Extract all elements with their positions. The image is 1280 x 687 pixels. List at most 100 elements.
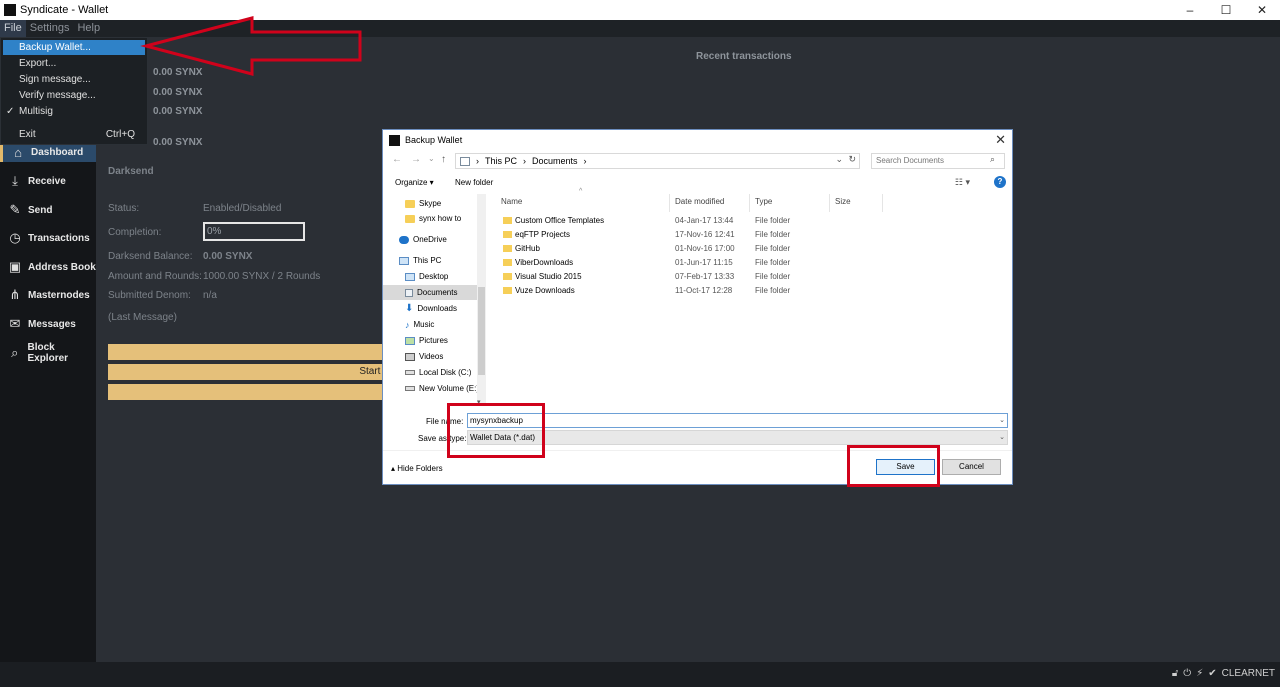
- close-button[interactable]: ✕: [1244, 0, 1280, 20]
- nav-item-new-volume-e[interactable]: New Volume (E:): [405, 381, 479, 396]
- menu-item-exit[interactable]: Exit Ctrl+Q: [3, 127, 145, 142]
- breadcrumb-this-pc[interactable]: This PC: [485, 156, 517, 166]
- menu-item-export[interactable]: Export...: [3, 56, 145, 71]
- nav-item-pictures[interactable]: Pictures: [405, 333, 448, 348]
- folder-icon: [405, 214, 415, 223]
- sidebar-item-address-book[interactable]: ▣ Address Book: [0, 257, 96, 277]
- cancel-button[interactable]: Cancel: [942, 459, 1001, 475]
- darksend-reset-button[interactable]: [108, 384, 398, 400]
- sidebar-item-receive[interactable]: ⤓ Receive: [0, 171, 96, 191]
- minimize-button[interactable]: –: [1172, 0, 1208, 20]
- sidebar-item-masternodes[interactable]: ⋔ Masternodes: [0, 285, 96, 305]
- darksend-start-button[interactable]: Start Da: [108, 364, 398, 380]
- breadcrumb-separator: ›: [523, 156, 527, 166]
- file-name-input[interactable]: mysynxbackup ⌄: [467, 413, 1008, 428]
- nav-item-onedrive[interactable]: OneDrive: [399, 232, 447, 247]
- annotation-arrow: [140, 16, 362, 76]
- balance-pending: 0.00 SYNX: [153, 87, 203, 98]
- menu-file[interactable]: File: [0, 20, 26, 37]
- file-date: 07-Feb-17 13:33: [675, 272, 735, 281]
- sidebar-item-messages[interactable]: ✉ Messages: [0, 314, 96, 334]
- file-row[interactable]: ViberDownloads 01-Jun-17 11:15 File fold…: [495, 256, 1010, 270]
- menu-item-sign-message[interactable]: Sign message...: [3, 72, 145, 87]
- folder-icon: [503, 273, 512, 280]
- file-row[interactable]: GitHub 01-Nov-16 17:00 File folder: [495, 242, 1010, 256]
- recent-chevron-icon[interactable]: ⌄: [428, 154, 435, 163]
- sidebar-item-label: Dashboard: [31, 146, 84, 158]
- forward-arrow-icon[interactable]: →: [411, 154, 421, 165]
- view-options-icon[interactable]: ☷ ▾: [955, 177, 970, 188]
- disk-icon: [405, 386, 415, 391]
- scrollbar-thumb[interactable]: [478, 287, 485, 375]
- menu-settings[interactable]: Settings: [26, 20, 74, 37]
- breadcrumb-documents[interactable]: Documents: [532, 156, 578, 166]
- nav-item-desktop[interactable]: Desktop: [405, 269, 448, 284]
- network-activity-icon: ⚡︎: [1196, 668, 1204, 679]
- chevron-down-icon[interactable]: ⌄: [999, 414, 1005, 427]
- darksend-try-button[interactable]: T: [108, 344, 398, 360]
- darksend-status-value: Enabled/Disabled: [203, 203, 282, 214]
- address-book-icon: ▣: [8, 259, 22, 274]
- navigation-pane-scrollbar[interactable]: ▾: [477, 194, 486, 406]
- nav-item-downloads[interactable]: ⬇ Downloads: [405, 301, 457, 316]
- this-pc-icon: [399, 256, 409, 265]
- nav-item-documents[interactable]: Documents: [383, 285, 477, 300]
- organize-button[interactable]: Organize ▾: [395, 178, 434, 187]
- menu-item-multisig[interactable]: ✓ Multisig: [3, 104, 145, 119]
- nav-item-videos[interactable]: Videos: [405, 349, 443, 364]
- dialog-titlebar: Backup Wallet ✕: [383, 130, 1012, 150]
- column-divider[interactable]: [749, 194, 750, 212]
- address-dropdown-icon[interactable]: ⌄: [835, 154, 843, 165]
- new-folder-button[interactable]: New folder: [455, 178, 493, 187]
- file-row[interactable]: Vuze Downloads 11-Oct-17 12:28 File fold…: [495, 284, 1010, 298]
- search-input[interactable]: Search Documents: [871, 153, 1005, 169]
- column-divider[interactable]: [829, 194, 830, 212]
- nav-item-skype[interactable]: Skype: [405, 196, 441, 211]
- sidebar-item-send[interactable]: ✎ Send: [0, 200, 96, 220]
- sidebar-item-label: Masternodes: [28, 289, 90, 301]
- menu-item-backup-wallet[interactable]: Backup Wallet...: [3, 40, 145, 55]
- darksend-last-message: (Last Message): [108, 312, 177, 323]
- sidebar-item-label: Messages: [28, 318, 76, 330]
- column-divider[interactable]: [882, 194, 883, 212]
- hide-folders-button[interactable]: ▴ Hide Folders: [391, 464, 443, 473]
- file-name: Visual Studio 2015: [515, 272, 582, 281]
- nav-item-synx-how-to[interactable]: synx how to: [405, 211, 461, 226]
- sidebar-item-transactions[interactable]: ◷ Transactions: [0, 228, 96, 248]
- back-arrow-icon[interactable]: ←: [392, 154, 402, 165]
- menu-help[interactable]: Help: [73, 20, 104, 37]
- darksend-title: Darksend: [108, 166, 154, 177]
- annotation-box-file-name: [447, 403, 545, 458]
- folder-icon: [503, 217, 512, 224]
- chevron-down-icon[interactable]: ⌄: [999, 431, 1005, 444]
- sidebar-item-dashboard[interactable]: ⌂ Dashboard: [0, 142, 96, 162]
- file-row[interactable]: eqFTP Projects 17-Nov-16 12:41 File fold…: [495, 228, 1010, 242]
- sidebar-item-label: Receive: [28, 175, 66, 187]
- address-bar[interactable]: › This PC › Documents › ⌄ ↻: [455, 153, 860, 169]
- up-arrow-icon[interactable]: ↑: [441, 154, 446, 165]
- nav-item-label: This PC: [413, 256, 442, 265]
- darksend-rounds-label: Amount and Rounds:: [108, 271, 202, 282]
- save-as-type-select[interactable]: Wallet Data (*.dat) ⌄: [467, 430, 1008, 445]
- file-row[interactable]: Custom Office Templates 04-Jan-17 13:44 …: [495, 214, 1010, 228]
- column-header-date-modified[interactable]: Date modified: [675, 197, 724, 206]
- darksend-denom-label: Submitted Denom:: [108, 290, 191, 301]
- nav-item-music[interactable]: ♪ Music: [405, 317, 434, 332]
- file-type: File folder: [755, 244, 791, 253]
- column-header-name[interactable]: Name: [501, 197, 522, 206]
- maximize-button[interactable]: ☐: [1208, 0, 1244, 20]
- column-header-type[interactable]: Type: [755, 197, 772, 206]
- sidebar-item-block-explorer[interactable]: ⌕ Block Explorer: [0, 342, 96, 364]
- nav-item-local-disk-c[interactable]: Local Disk (C:): [405, 365, 471, 380]
- column-header-size[interactable]: Size: [835, 197, 851, 206]
- help-icon[interactable]: ?: [994, 176, 1006, 188]
- file-date: 01-Nov-16 17:00: [675, 244, 735, 253]
- file-date: 01-Jun-17 11:15: [675, 258, 733, 267]
- refresh-icon[interactable]: ↻: [848, 154, 856, 165]
- column-divider[interactable]: [669, 194, 670, 212]
- menu-item-verify-message[interactable]: Verify message...: [3, 88, 145, 103]
- dialog-close-button[interactable]: ✕: [995, 132, 1006, 148]
- file-row[interactable]: Visual Studio 2015 07-Feb-17 13:33 File …: [495, 270, 1010, 284]
- window-controls: – ☐ ✕: [1172, 0, 1280, 20]
- nav-item-this-pc[interactable]: This PC: [399, 253, 441, 268]
